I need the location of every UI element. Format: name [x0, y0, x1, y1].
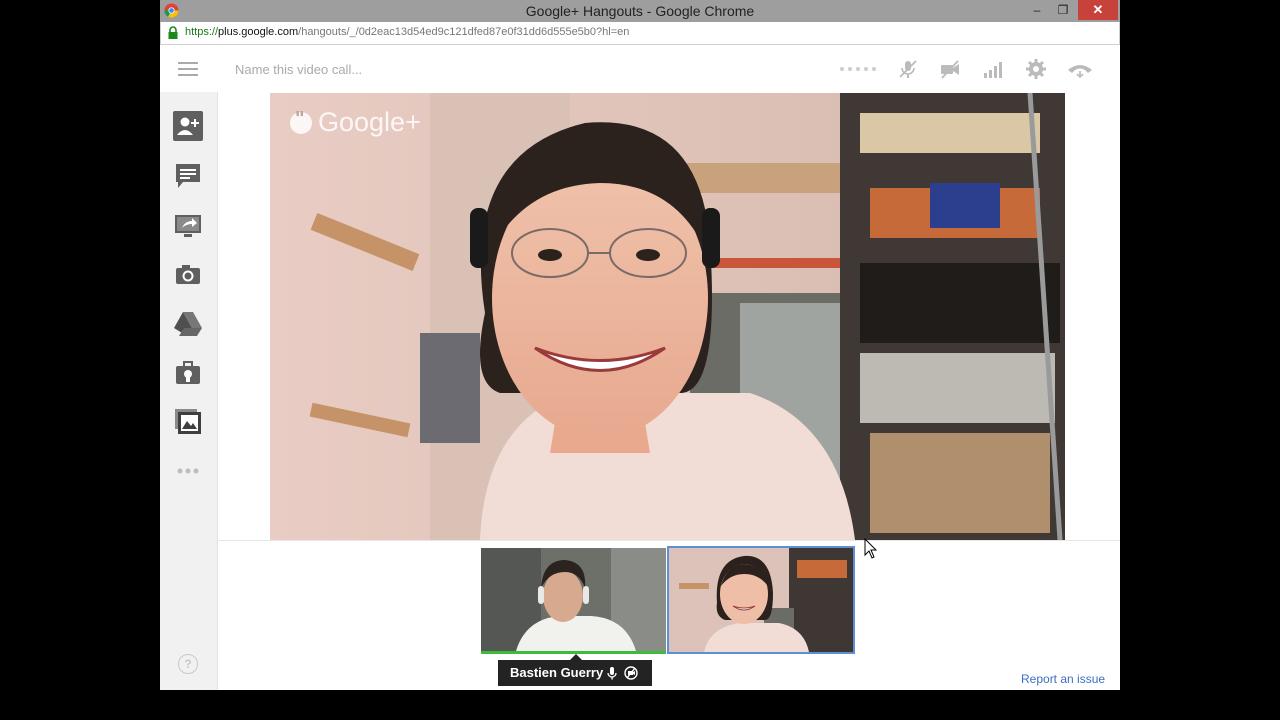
camera-off-icon[interactable]	[624, 666, 638, 680]
bandwidth-icon[interactable]	[982, 58, 1004, 80]
effects-icon[interactable]	[173, 407, 203, 437]
hangouts-bubble-icon	[290, 108, 312, 134]
url-scheme: https://	[185, 26, 219, 38]
title-bar: Google+ Hangouts - Google Chrome ‒ ❐ ✕	[160, 0, 1120, 22]
invite-people-icon[interactable]	[173, 111, 203, 141]
turn-off-camera-icon[interactable]	[939, 58, 961, 80]
participant-thumbnail-2-selected[interactable]	[667, 546, 855, 654]
url-path: /hangouts/_/0d2eac13d54ed9c121dfed87e0f3…	[298, 26, 630, 38]
address-bar[interactable]: https://plus.google.com/hangouts/_/0d2ea…	[160, 22, 1120, 45]
lock-icon	[168, 26, 178, 39]
hangout-toolbar: Name this video call...	[160, 45, 1120, 92]
settings-gear-icon[interactable]	[1025, 58, 1047, 80]
mute-mic-icon[interactable]	[897, 58, 919, 80]
remote-desktop-icon[interactable]	[173, 358, 203, 388]
help-button[interactable]: ?	[178, 654, 198, 674]
report-issue-link[interactable]: Report an issue	[1021, 672, 1105, 686]
url-text[interactable]: https://plus.google.com/hangouts/_/0d2ea…	[185, 26, 629, 38]
window-title: Google+ Hangouts - Google Chrome	[525, 3, 755, 19]
microphone-icon[interactable]	[605, 666, 619, 680]
hamburger-menu-icon[interactable]	[178, 62, 198, 76]
main-video: Google+	[270, 93, 1065, 540]
chrome-window: Google+ Hangouts - Google Chrome ‒ ❐ ✕ h…	[160, 0, 1120, 690]
url-host: plus.google.com	[218, 26, 299, 38]
capture-camera-icon[interactable]	[173, 259, 203, 289]
participant-name: Bastien Guerry	[510, 665, 604, 680]
more-dots-icon[interactable]	[838, 58, 880, 80]
restore-button[interactable]: ❐	[1050, 0, 1076, 20]
chat-icon[interactable]	[173, 161, 203, 191]
google-plus-watermark: Google+	[290, 107, 421, 138]
screenshare-icon[interactable]	[173, 211, 203, 241]
watermark-text: Google+	[318, 107, 421, 137]
call-name-input[interactable]: Name this video call...	[235, 62, 362, 77]
more-apps-icon[interactable]	[173, 456, 203, 486]
app-sidebar: ?	[160, 92, 218, 690]
mouse-cursor-icon	[864, 538, 878, 559]
google-drive-icon[interactable]	[173, 308, 203, 338]
participant-name-tag: Bastien Guerry	[498, 654, 652, 686]
filmstrip-divider	[217, 540, 1120, 541]
participant-video-1	[481, 548, 666, 651]
main-video-feed	[270, 93, 1065, 540]
participant-thumbnail-1[interactable]	[481, 548, 666, 654]
participant-video-2	[669, 548, 853, 652]
hang-up-icon[interactable]	[1066, 58, 1094, 80]
close-button[interactable]: ✕	[1078, 0, 1118, 20]
minimize-button[interactable]: ‒	[1024, 0, 1050, 20]
